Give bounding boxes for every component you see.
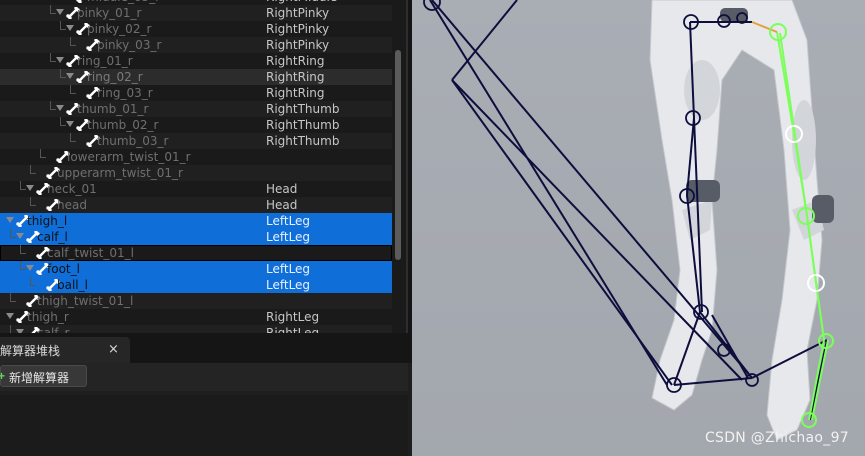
expand-arrow-icon[interactable] — [56, 57, 64, 63]
tree-row[interactable]: thumb_01_r RightThumb — [0, 101, 392, 117]
bone-region: RightRing — [266, 54, 325, 68]
bone-name: pinky_01_r — [77, 6, 142, 20]
watermark-text: CSDN @Zhichao_97 — [704, 430, 849, 446]
viewport-3d[interactable]: CSDN @Zhichao_97 — [412, 0, 865, 456]
bone-region: Head — [266, 182, 298, 196]
tree-row[interactable]: lowerarm_twist_01_r — [0, 149, 392, 165]
viewport-scene — [423, 0, 834, 441]
tree-row[interactable]: calf_r RightLeg — [0, 325, 392, 333]
tree-row[interactable]: upperarm_twist_01_r — [0, 165, 392, 181]
tree-row[interactable]: pinky_03_r RightPinky — [0, 37, 392, 53]
solver-toolbar: + 新增解算器 — [0, 363, 408, 391]
bone-name: ring_02_r — [87, 70, 143, 84]
bone-name: lowerarm_twist_01_r — [67, 150, 191, 164]
bone-region: RightRing — [266, 70, 325, 84]
expand-arrow-icon[interactable] — [26, 185, 34, 191]
tree-row[interactable]: thigh_twist_01_l — [0, 293, 392, 309]
bone-name: pinky_02_r — [87, 22, 152, 36]
tree-row[interactable]: ball_l LeftLeg — [0, 277, 392, 293]
bone-region: RightPinky — [266, 6, 330, 20]
tab-solver-stack[interactable]: 解算器堆栈 × — [0, 337, 130, 363]
bone-name: calf_r — [37, 326, 70, 333]
bone-name: thigh_twist_01_l — [37, 294, 134, 308]
tree-connector — [70, 45, 76, 46]
bone-name: calf_twist_01_l — [47, 246, 134, 260]
bone-name: calf_l — [37, 230, 68, 244]
tree-row[interactable]: ring_03_r RightRing — [0, 85, 392, 101]
tree-row[interactable]: calf_l LeftLeg — [0, 229, 392, 245]
bone-name: ring_01_r — [77, 54, 133, 68]
expand-arrow-icon[interactable] — [16, 233, 24, 239]
bone-name: thumb_02_r — [87, 118, 159, 132]
bone-name: head — [57, 198, 87, 212]
expand-arrow-icon[interactable] — [56, 9, 64, 15]
tree-row[interactable]: ring_01_r RightRing — [0, 53, 392, 69]
bone-region: RightThumb — [266, 102, 340, 116]
expand-arrow-icon[interactable] — [66, 73, 74, 79]
expand-arrow-icon[interactable] — [66, 25, 74, 31]
bone-region: LeftLeg — [266, 214, 311, 228]
tree-connector — [20, 253, 26, 254]
bone-name: thigh_r — [27, 310, 69, 324]
tree-connector — [10, 325, 11, 333]
skeleton-tree-rows: middle_03_r RightMiddle pinky_01_r RightPin… — [0, 0, 392, 333]
bone-name: pinky_03_r — [97, 38, 162, 52]
tree-row[interactable]: head Head — [0, 197, 392, 213]
expand-arrow-icon[interactable] — [26, 265, 34, 271]
bone-region: LeftLeg — [266, 278, 311, 292]
tree-row[interactable]: pinky_02_r RightPinky — [0, 21, 392, 37]
bone-region: RightPinky — [266, 38, 330, 52]
solver-stack-panel: 解算器堆栈 × + 新增解算器 — [0, 333, 412, 456]
solver-list — [0, 395, 408, 456]
bone-region: LeftLeg — [266, 262, 311, 276]
add-solver-label: 新增解算器 — [9, 371, 70, 385]
bone-region: Head — [266, 198, 298, 212]
tree-scrollbar[interactable] — [395, 50, 401, 260]
bone-name: neck_01 — [47, 182, 97, 196]
bone-name: middle_03_r — [87, 0, 160, 4]
bone-region: RightPinky — [266, 22, 330, 36]
bone-region: RightLeg — [266, 326, 320, 333]
tree-row[interactable]: pinky_01_r RightPinky — [0, 5, 392, 21]
bone-region: RightThumb — [266, 118, 340, 132]
expand-arrow-icon[interactable] — [6, 217, 14, 223]
bone-region: LeftLeg — [266, 230, 311, 244]
solver-tab-label: 解算器堆栈 — [0, 344, 61, 358]
bone-region: RightMiddle — [266, 0, 337, 4]
tree-connector — [30, 285, 36, 286]
tree-row[interactable]: thumb_03_r RightThumb — [0, 133, 392, 149]
bone-name: thumb_03_r — [97, 134, 169, 148]
bone-name: upperarm_twist_01_r — [57, 166, 183, 180]
panel-divider[interactable] — [406, 0, 408, 333]
bone-name: thigh_l — [27, 214, 68, 228]
expand-arrow-icon[interactable] — [6, 313, 14, 319]
tree-row[interactable]: thigh_l LeftLeg — [0, 213, 392, 229]
bone-name: ring_03_r — [97, 86, 153, 100]
close-icon[interactable]: × — [108, 342, 119, 357]
bone-region: RightThumb — [266, 134, 340, 148]
solver-tab-bar: 解算器堆栈 × — [0, 333, 412, 363]
plus-icon: + — [0, 369, 6, 383]
tree-row[interactable]: foot_l LeftLeg — [0, 261, 392, 277]
tree-row[interactable]: calf_twist_01_l — [0, 245, 392, 261]
bone-name: ball_l — [57, 278, 88, 292]
tree-connector — [70, 141, 76, 142]
expand-arrow-icon[interactable] — [66, 121, 74, 127]
tree-row[interactable]: thumb_02_r RightThumb — [0, 117, 392, 133]
tree-row[interactable]: ring_02_r RightRing — [0, 69, 392, 85]
tree-connector — [30, 205, 36, 206]
tree-connector — [10, 301, 16, 302]
tree-connector — [30, 173, 36, 174]
expand-arrow-icon[interactable] — [56, 105, 64, 111]
tree-connector — [70, 93, 76, 94]
add-solver-button[interactable]: + 新增解算器 — [0, 365, 87, 387]
bone-region: RightLeg — [266, 310, 320, 324]
skeleton-tree-panel: middle_03_r RightMiddle pinky_01_r RightPin… — [0, 0, 408, 333]
tree-row[interactable]: neck_01 Head — [0, 181, 392, 197]
bone-name: thumb_01_r — [77, 102, 149, 116]
tree-row[interactable]: thigh_r RightLeg — [0, 309, 392, 325]
bone-name: foot_l — [47, 262, 80, 276]
tree-connector — [40, 157, 46, 158]
bone-region: RightRing — [266, 86, 325, 100]
